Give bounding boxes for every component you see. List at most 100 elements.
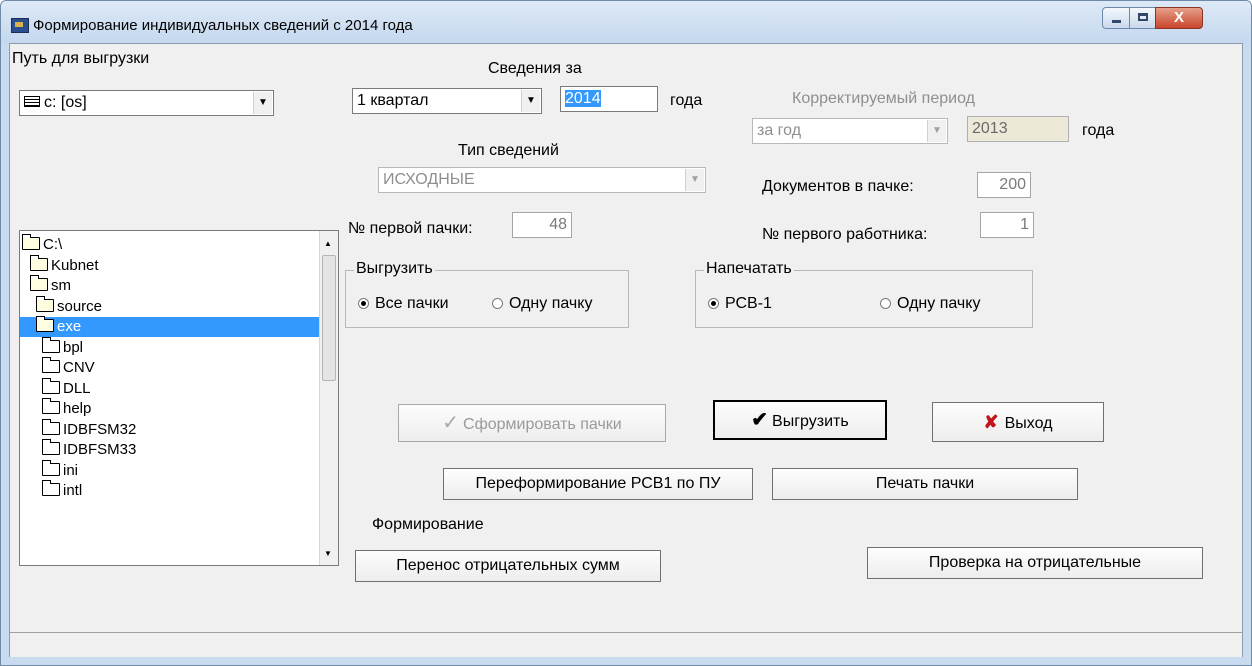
client-area: Путь для выгрузки c: [os] ▼ C:\ Kubnet sm s… xyxy=(9,43,1243,657)
tree-item[interactable]: exe xyxy=(20,316,326,337)
tree-item[interactable]: bpl xyxy=(20,336,84,358)
print-one-radio[interactable]: Одну пачку xyxy=(880,295,980,313)
correction-year-value: 2013 xyxy=(972,120,1008,137)
cross-icon: ✘ xyxy=(983,412,999,432)
correction-period-select[interactable]: за год ▼ xyxy=(752,118,948,144)
tree-item[interactable]: sm xyxy=(20,275,71,296)
tree-item[interactable]: IDBFSM32 xyxy=(20,418,137,440)
quarter-value: 1 квартал xyxy=(357,92,429,109)
folder-open-icon xyxy=(22,234,40,250)
folder-icon xyxy=(42,418,60,435)
chevron-down-icon[interactable]: ▼ xyxy=(685,169,704,191)
radio-empty-icon xyxy=(880,298,891,309)
main-window: Формирование индивидуальных сведений с 2… xyxy=(0,0,1252,666)
year-value: 2014 xyxy=(565,90,601,107)
form-packs-label: Сформировать пачки xyxy=(463,416,622,433)
folder-open-icon xyxy=(30,254,48,271)
scroll-up-icon[interactable]: ▲ xyxy=(324,239,332,248)
export-label: Выгрузить xyxy=(772,413,849,430)
folder-tree[interactable]: C:\ Kubnet sm source exe bpl CNV DLL help IDBFSM3… xyxy=(19,230,339,566)
chevron-down-icon[interactable]: ▼ xyxy=(253,92,272,114)
tree-item[interactable]: C:\ xyxy=(20,234,63,255)
maximize-button[interactable] xyxy=(1129,7,1156,29)
tree-item[interactable]: source xyxy=(20,295,102,317)
status-bar xyxy=(10,632,1242,657)
tree-item-label: Kubnet xyxy=(51,256,99,274)
scroll-down-icon[interactable]: ▼ xyxy=(324,549,332,558)
tree-item[interactable]: help xyxy=(20,398,92,419)
exit-button[interactable]: ✘ Выход xyxy=(932,402,1104,442)
chevron-down-icon[interactable]: ▼ xyxy=(521,90,540,112)
forming-label: Формирование xyxy=(372,516,484,533)
folder-open-icon xyxy=(36,316,54,332)
drive-icon xyxy=(24,96,40,107)
tree-item[interactable]: IDBFSM33 xyxy=(20,439,136,460)
first-pack-label: № первой пачки: xyxy=(348,220,473,237)
tree-item[interactable]: ini xyxy=(20,459,79,481)
tree-item-label: C:\ xyxy=(43,236,63,253)
title-bar[interactable]: Формирование индивидуальных сведений с 2… xyxy=(1,1,1251,43)
year-suffix: года xyxy=(670,92,703,109)
export-one-radio[interactable]: Одну пачку xyxy=(492,295,592,313)
tree-item-label: intl xyxy=(63,482,83,499)
folder-icon xyxy=(42,336,60,353)
period-label: Сведения за xyxy=(488,60,582,77)
window-title: Формирование индивидуальных сведений с 2… xyxy=(33,17,413,34)
app-icon xyxy=(11,18,29,33)
correction-period-value: за год xyxy=(757,122,802,139)
tree-item-label: help xyxy=(63,400,92,417)
tree-item[interactable]: CNV xyxy=(20,357,95,378)
path-label: Путь для выгрузки xyxy=(12,50,150,67)
tree-item-label: CNV xyxy=(63,359,95,376)
correction-year-input[interactable]: 2013 xyxy=(967,116,1069,142)
tree-item[interactable]: DLL xyxy=(20,377,91,399)
folder-open-icon xyxy=(30,275,48,291)
radio-checked-icon xyxy=(358,298,369,309)
year-input[interactable]: 2014 xyxy=(560,86,658,112)
chevron-down-icon[interactable]: ▼ xyxy=(927,120,946,142)
print-group: Напечатать РСВ-1 Одну пачку xyxy=(695,260,1033,328)
print-rsv-radio[interactable]: РСВ-1 xyxy=(708,295,772,313)
folder-icon xyxy=(42,439,60,455)
form-packs-button[interactable]: ✓ Сформировать пачки xyxy=(398,404,666,442)
first-pack-input[interactable]: 48 xyxy=(512,212,572,238)
correction-year-suffix: года xyxy=(1082,122,1115,139)
first-worker-label: № первого работника: xyxy=(762,226,928,243)
transfer-negative-button[interactable]: Перенос отрицательных сумм xyxy=(355,550,661,582)
type-select[interactable]: ИСХОДНЫЕ ▼ xyxy=(378,167,706,193)
tree-item[interactable]: intl xyxy=(20,480,83,501)
minimize-button[interactable] xyxy=(1102,7,1130,29)
drive-select[interactable]: c: [os] ▼ xyxy=(19,90,274,116)
print-pack-button[interactable]: Печать пачки xyxy=(772,468,1078,500)
exit-label: Выход xyxy=(1004,415,1053,432)
docs-per-pack-label: Документов в пачке: xyxy=(762,178,914,195)
radio-empty-icon xyxy=(492,298,503,309)
tree-item-label: sm xyxy=(51,277,71,294)
close-button[interactable]: X xyxy=(1155,7,1203,29)
folder-icon xyxy=(42,459,60,476)
check-icon: ✓ xyxy=(442,412,460,434)
folder-icon xyxy=(42,357,60,373)
tree-item-label: ini xyxy=(63,461,79,479)
export-all-radio[interactable]: Все пачки xyxy=(358,295,449,313)
export-one-label: Одну пачку xyxy=(509,295,593,312)
tree-item-label: exe xyxy=(57,318,82,335)
reform-button[interactable]: Переформирование РСВ1 по ПУ xyxy=(443,468,753,500)
tree-item-label: IDBFSM32 xyxy=(63,420,137,438)
folder-icon xyxy=(42,398,60,414)
tree-item[interactable]: Kubnet xyxy=(20,254,99,276)
tree-item-label: DLL xyxy=(63,379,91,397)
tree-item-label: bpl xyxy=(63,338,84,356)
radio-checked-icon xyxy=(708,298,719,309)
export-group: Выгрузить Все пачки Одну пачку xyxy=(345,260,629,328)
quarter-select[interactable]: 1 квартал ▼ xyxy=(352,88,542,114)
export-button[interactable]: ✔ Выгрузить xyxy=(713,400,887,440)
scroll-thumb[interactable] xyxy=(322,255,336,381)
folder-open-icon xyxy=(36,295,54,312)
tree-scrollbar[interactable]: ▲ ▼ xyxy=(319,231,338,565)
check-negative-button[interactable]: Проверка на отрицательные xyxy=(867,547,1203,579)
first-worker-input[interactable]: 1 xyxy=(980,212,1034,238)
folder-icon xyxy=(42,377,60,394)
docs-per-pack-input[interactable]: 200 xyxy=(977,172,1031,198)
drive-value: c: [os] xyxy=(44,94,87,111)
